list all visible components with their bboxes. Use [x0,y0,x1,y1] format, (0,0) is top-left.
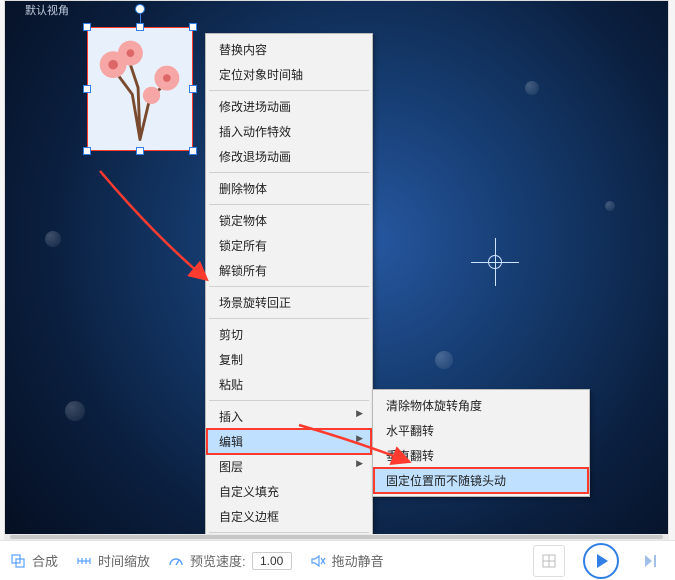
menu-separator [209,172,369,173]
menu-separator [209,90,369,91]
preview-speed-value[interactable]: 1.00 [252,552,292,570]
menu-item[interactable]: 修改退场动画 [207,144,371,169]
resize-handle[interactable] [136,23,144,31]
menu-item[interactable]: 场景旋转回正 [207,290,371,315]
resize-handle[interactable] [189,23,197,31]
resize-handle[interactable] [136,147,144,155]
menu-item[interactable]: 剪切 [207,322,371,347]
menu-item[interactable]: 插入 [207,404,371,429]
selected-object[interactable] [87,27,193,151]
time-scale-button[interactable]: 时间缩放 [76,551,150,570]
time-scale-label: 时间缩放 [98,551,150,570]
menu-item[interactable]: 修改进场动画 [207,94,371,119]
bubble [525,81,539,95]
menu-item[interactable]: 图层 [207,454,371,479]
rotate-handle[interactable] [135,4,145,14]
submenu-item[interactable]: 水平翻转 [374,418,588,443]
menu-item[interactable]: 粘贴 [207,372,371,397]
time-scale-icon [76,553,92,569]
drag-mute-button[interactable]: 拖动静音 [310,551,384,570]
bubble [45,231,61,247]
submenu-item[interactable]: 清除物体旋转角度 [374,393,588,418]
menu-item[interactable]: 自定义边框 [207,504,371,529]
submenu-item[interactable]: 固定位置而不随镜头动 [374,468,588,493]
skip-forward-button[interactable] [637,547,665,575]
composite-label: 合成 [32,551,58,570]
bubble [65,401,85,421]
preview-speed-label: 预览速度: [190,551,246,570]
composite-button[interactable]: 合成 [10,551,58,570]
menu-item[interactable]: 锁定物体 [207,208,371,233]
menu-item[interactable]: 解锁所有 [207,258,371,283]
menu-item[interactable]: 锁定所有 [207,233,371,258]
menu-separator [209,204,369,205]
bubble [605,201,615,211]
menu-item[interactable]: 自定义填充 [207,479,371,504]
menu-item[interactable]: 删除物体 [207,176,371,201]
context-submenu[interactable]: 清除物体旋转角度水平翻转垂直翻转固定位置而不随镜头动 [372,389,590,497]
play-icon [597,554,608,568]
menu-item[interactable]: 替换内容 [207,37,371,62]
bottom-toolbar: 合成 时间缩放 预览速度: 1.00 拖动静音 [0,540,675,580]
skip-forward-icon [642,552,660,570]
gauge-icon [168,553,184,569]
menu-item[interactable]: 插入动作特效 [207,119,371,144]
menu-separator [209,400,369,401]
menu-separator [209,318,369,319]
grid-icon [541,553,557,569]
menu-item[interactable]: 复制 [207,347,371,372]
resize-handle[interactable] [83,85,91,93]
submenu-item[interactable]: 垂直翻转 [374,443,588,468]
preview-speed-control[interactable]: 预览速度: 1.00 [168,551,292,570]
flower-clipart [92,32,188,143]
grid-button[interactable] [533,545,565,577]
view-label: 默认视角 [25,2,69,18]
context-menu[interactable]: 替换内容定位对象时间轴修改进场动画插入动作特效修改退场动画删除物体锁定物体锁定所… [205,33,373,535]
mute-icon [310,553,326,569]
drag-mute-label: 拖动静音 [332,551,384,570]
resize-handle[interactable] [189,147,197,155]
editor-canvas[interactable]: 默认视角 X / 网 system.com 替换内容定位对象时间轴修改进场动画插… [4,0,669,535]
menu-item[interactable]: 编辑 [207,429,371,454]
resize-handle[interactable] [83,23,91,31]
menu-separator [209,286,369,287]
resize-handle[interactable] [189,85,197,93]
play-button[interactable] [583,543,619,579]
resize-handle[interactable] [83,147,91,155]
composite-icon [10,553,26,569]
menu-item[interactable]: 定位对象时间轴 [207,62,371,87]
menu-separator [209,532,369,533]
pivot-crosshair [471,238,519,286]
bubble [435,351,453,369]
